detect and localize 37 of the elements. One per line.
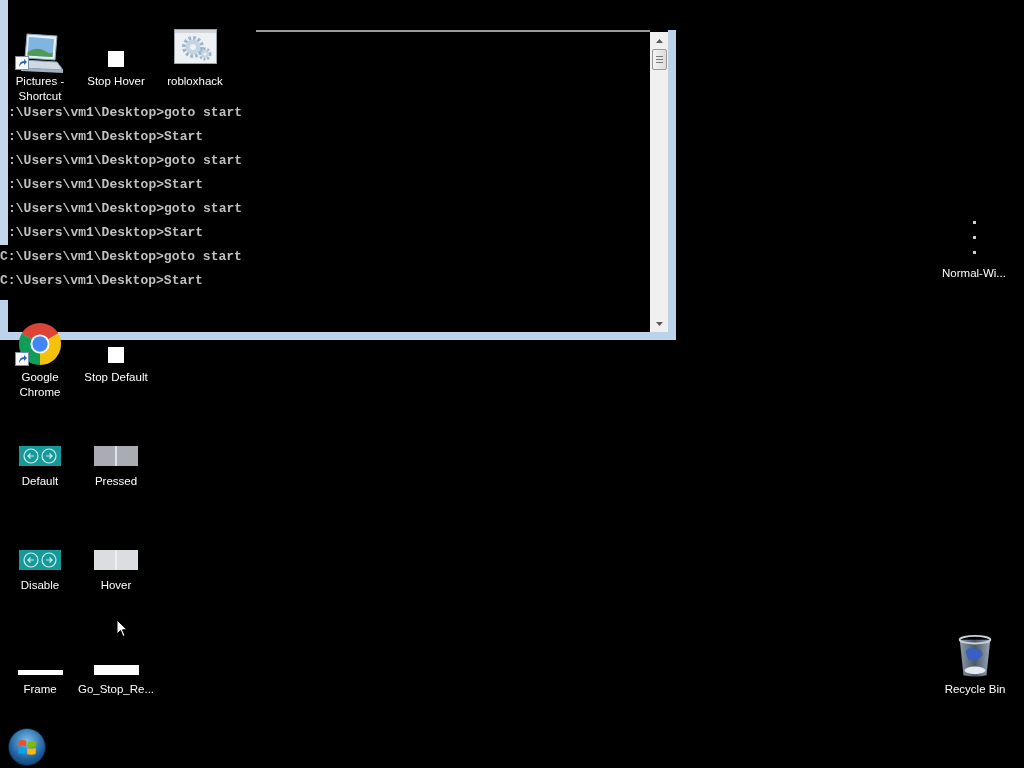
flag-icon bbox=[17, 738, 37, 756]
grip-icon bbox=[655, 56, 663, 63]
gear-window-icon[interactable] bbox=[173, 29, 217, 64]
icon-label[interactable]: Stop Default bbox=[84, 370, 148, 385]
icon-label[interactable]: Hover bbox=[100, 578, 132, 593]
scrollbar[interactable] bbox=[650, 32, 668, 332]
console-line: :\Users\vm1\Desktop>Start bbox=[8, 224, 204, 242]
console-line: :\Users\vm1\Desktop>goto start bbox=[8, 152, 243, 170]
bar-icon[interactable] bbox=[93, 665, 139, 675]
icon-label[interactable]: Normal-Wi... bbox=[942, 266, 1006, 281]
console-line: :\Users\vm1\Desktop>goto start bbox=[8, 200, 243, 218]
start-button[interactable] bbox=[8, 728, 46, 766]
icon-label[interactable]: Google Chrome bbox=[1, 370, 79, 400]
console-line: :\Users\vm1\Desktop>goto start bbox=[8, 104, 243, 122]
circle-logo-icon[interactable] bbox=[17, 322, 63, 366]
trash-bin-icon[interactable] bbox=[956, 634, 994, 678]
console-line: :\Users\vm1\Desktop>Start bbox=[8, 128, 204, 146]
icon-label[interactable]: Pressed bbox=[94, 474, 138, 489]
caret-up-icon bbox=[655, 38, 663, 43]
arrow-buttons-icon[interactable] bbox=[19, 446, 61, 466]
icon-label[interactable]: Stop Hover bbox=[87, 74, 145, 89]
icon-label[interactable]: Pictures - Shortcut bbox=[1, 74, 79, 104]
caret-down-icon bbox=[655, 321, 663, 326]
console-line: :\Users\vm1\Desktop>Start bbox=[8, 176, 204, 194]
icon-label[interactable]: Recycle Bin bbox=[944, 682, 1006, 697]
icon-label[interactable]: robloxhack bbox=[167, 74, 223, 89]
icon-label[interactable]: Frame bbox=[23, 682, 57, 697]
mouse-pointer-icon bbox=[116, 619, 128, 638]
arrow-buttons-icon[interactable] bbox=[19, 550, 61, 570]
icon-label[interactable]: Go_Stop_Re... bbox=[77, 682, 155, 697]
icon-label[interactable]: Default bbox=[21, 474, 59, 489]
console-line: C:\Users\vm1\Desktop>Start bbox=[0, 272, 203, 290]
split-tile-icon[interactable] bbox=[94, 446, 138, 466]
console-line: C:\Users\vm1\Desktop>goto start bbox=[0, 248, 242, 266]
icon-label[interactable]: Disable bbox=[20, 578, 60, 593]
split-tile-icon[interactable] bbox=[94, 550, 138, 570]
scrollbar-thumb[interactable] bbox=[651, 49, 667, 70]
